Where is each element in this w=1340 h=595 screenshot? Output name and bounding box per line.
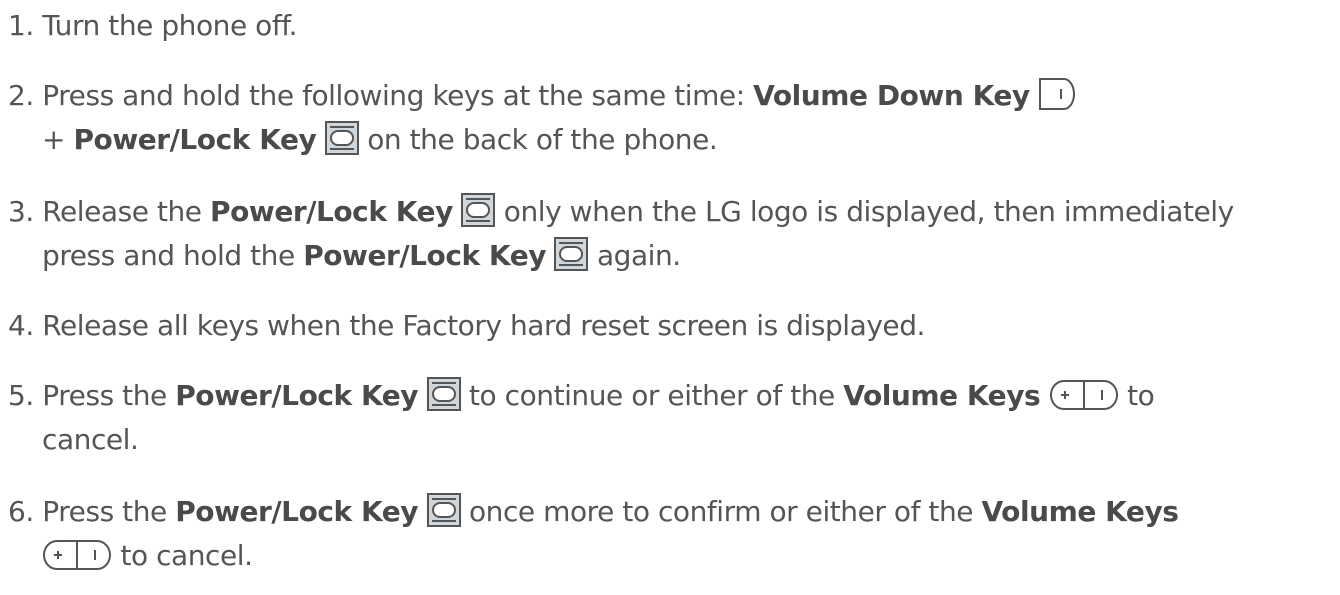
step-number: 4. <box>8 309 34 342</box>
power-lock-key-icon <box>325 121 359 155</box>
key-label: Volume Keys <box>843 379 1041 412</box>
step-text: once more to confirm or either of the <box>468 495 974 528</box>
key-label: Power/Lock Key <box>175 495 419 528</box>
step-number: 2. <box>8 79 34 112</box>
step-text: on the back of the phone. <box>367 123 718 156</box>
step-text: Turn the phone off. <box>42 9 298 42</box>
power-lock-key-icon <box>554 237 588 271</box>
key-label: Volume Keys <box>981 495 1179 528</box>
step-text: + <box>42 123 66 156</box>
power-lock-key-icon <box>461 193 495 227</box>
step-4: 4. Release all keys when the Factory har… <box>8 304 1333 348</box>
step-2: 2. Press and hold the following keys at … <box>8 74 1333 162</box>
step-3: 3. Release the Power/Lock Key only when … <box>8 190 1333 278</box>
step-text: Press and hold the following keys at the… <box>42 79 745 112</box>
volume-keys-icon <box>42 539 112 571</box>
step-text: Release all keys when the Factory hard r… <box>42 309 925 342</box>
step-text: cancel. <box>42 423 139 456</box>
step-number: 3. <box>8 195 34 228</box>
step-text: again. <box>596 239 681 272</box>
volume-down-key-icon <box>1038 77 1076 111</box>
step-number: 5. <box>8 379 34 412</box>
key-label: Volume Down Key <box>753 79 1030 112</box>
step-text: to continue or either of the <box>468 379 835 412</box>
step-number: 1. <box>8 9 34 42</box>
step-text: Press the <box>42 495 167 528</box>
power-lock-key-icon <box>427 377 461 411</box>
step-text: press and hold the <box>42 239 295 272</box>
volume-keys-icon <box>1049 379 1119 411</box>
step-number: 6. <box>8 495 34 528</box>
key-label: Power/Lock Key <box>210 195 453 228</box>
key-label: Power/Lock Key <box>73 123 317 156</box>
step-5: 5. Press the Power/Lock Key to continue … <box>8 374 1333 462</box>
key-label: Power/Lock Key <box>303 239 547 272</box>
step-1: 1. Turn the phone off. <box>8 4 1333 48</box>
step-text: Press the <box>42 379 167 412</box>
step-6: 6. Press the Power/Lock Key once more to… <box>8 490 1333 578</box>
power-lock-key-icon <box>427 493 461 527</box>
step-text: to cancel. <box>120 539 253 572</box>
key-label: Power/Lock Key <box>175 379 419 412</box>
step-text: Release the <box>42 195 202 228</box>
step-text: only when the LG logo is displayed, then… <box>503 195 1234 228</box>
step-text: to <box>1127 379 1155 412</box>
